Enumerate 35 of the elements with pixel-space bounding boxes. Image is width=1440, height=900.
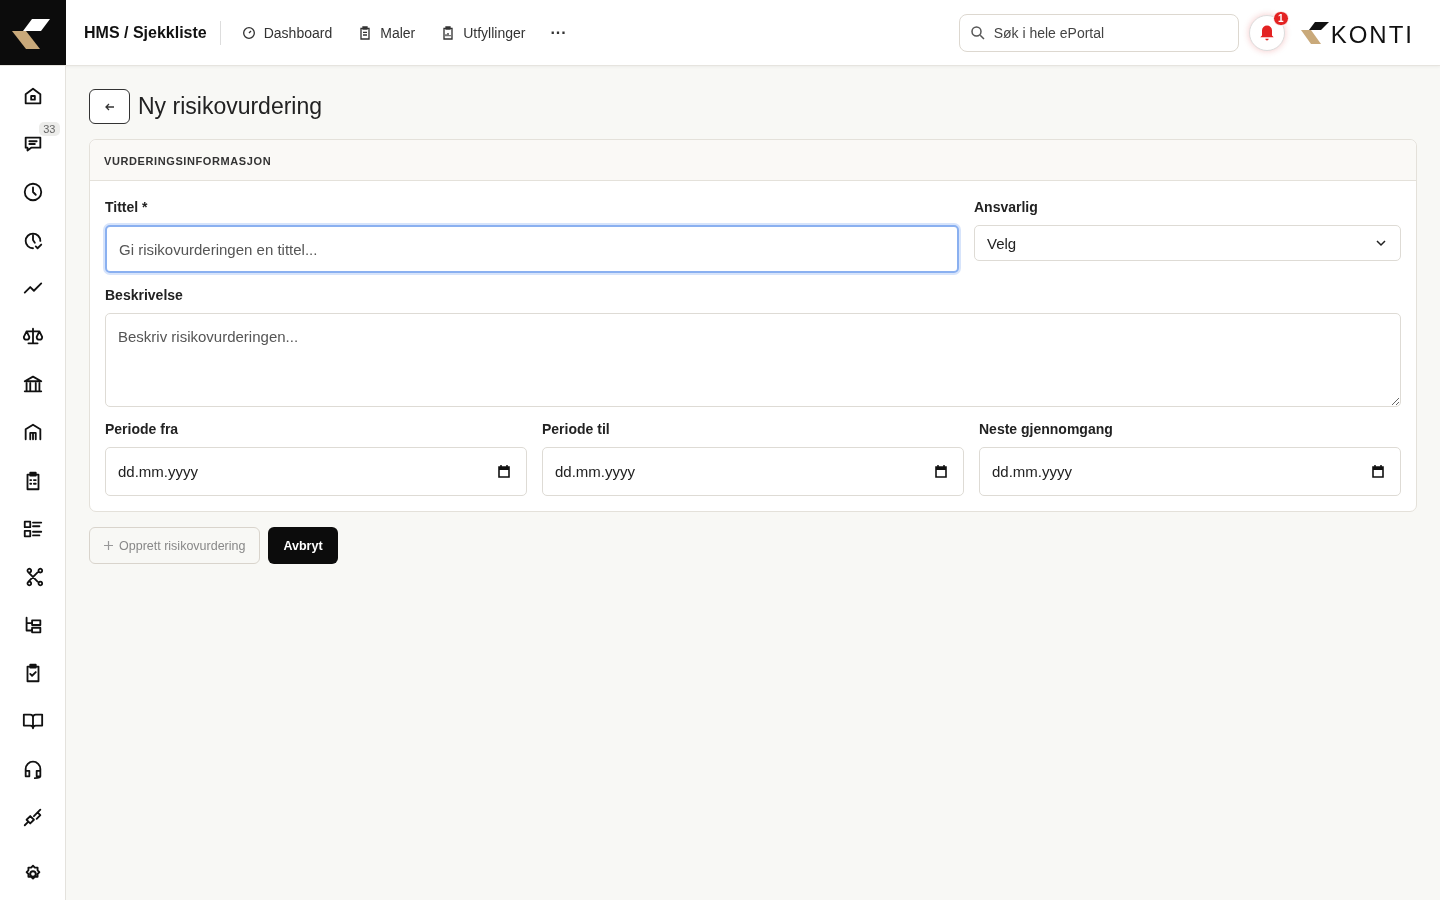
field-label: Ansvarlig [974,199,1039,215]
nav-link[interactable]: Utfyllinger [440,24,526,41]
clock-icon [21,180,44,203]
responsible-select[interactable]: Velg [974,225,1401,261]
field-label: Beskrivelse [105,287,184,303]
section-heading: VURDERINGSINFORMASJON [104,155,272,167]
plug-icon [21,806,44,829]
app-logo[interactable] [0,0,66,65]
calendar-icon [934,464,948,478]
plus-icon [104,541,113,550]
field-label: Periode fra [105,421,180,437]
date-input[interactable]: dd.mm.yyyy [105,447,527,496]
sidebar-button[interactable]: 33 [5,122,60,166]
title-input[interactable]: Gi risikovurderingen en tittel... [105,225,959,273]
field-label: Neste gjennomgang [979,421,1114,437]
cancel-button[interactable]: Avbryt [268,527,338,564]
nav-link[interactable]: Dashboard [240,24,333,41]
nav-link[interactable]: Maler [357,24,416,41]
field-label: Periode til [542,421,611,437]
count-badge: 33 [39,122,60,137]
brand-logo: KONTI [1300,19,1414,46]
search-icon [968,23,987,42]
calendar-icon [497,464,511,478]
search-field[interactable]: Søk i hele ePortal [958,13,1239,52]
notification-badge: 1 [1273,10,1289,26]
gauge-icon [240,24,257,41]
date-input[interactable]: dd.mm.yyyy [542,447,964,496]
back-button[interactable] [89,89,130,124]
more-button[interactable]: ··· [550,23,567,42]
description-textarea[interactable]: Beskriv risikovurderingen... [105,313,1401,407]
breadcrumb-title: HMS / Sjekkliste [84,23,207,42]
field-label: Tittel * [105,199,149,215]
calendar-icon [1371,464,1385,478]
page-title: Ny risikovurdering [138,93,323,120]
date-input[interactable]: dd.mm.yyyy [979,447,1401,496]
